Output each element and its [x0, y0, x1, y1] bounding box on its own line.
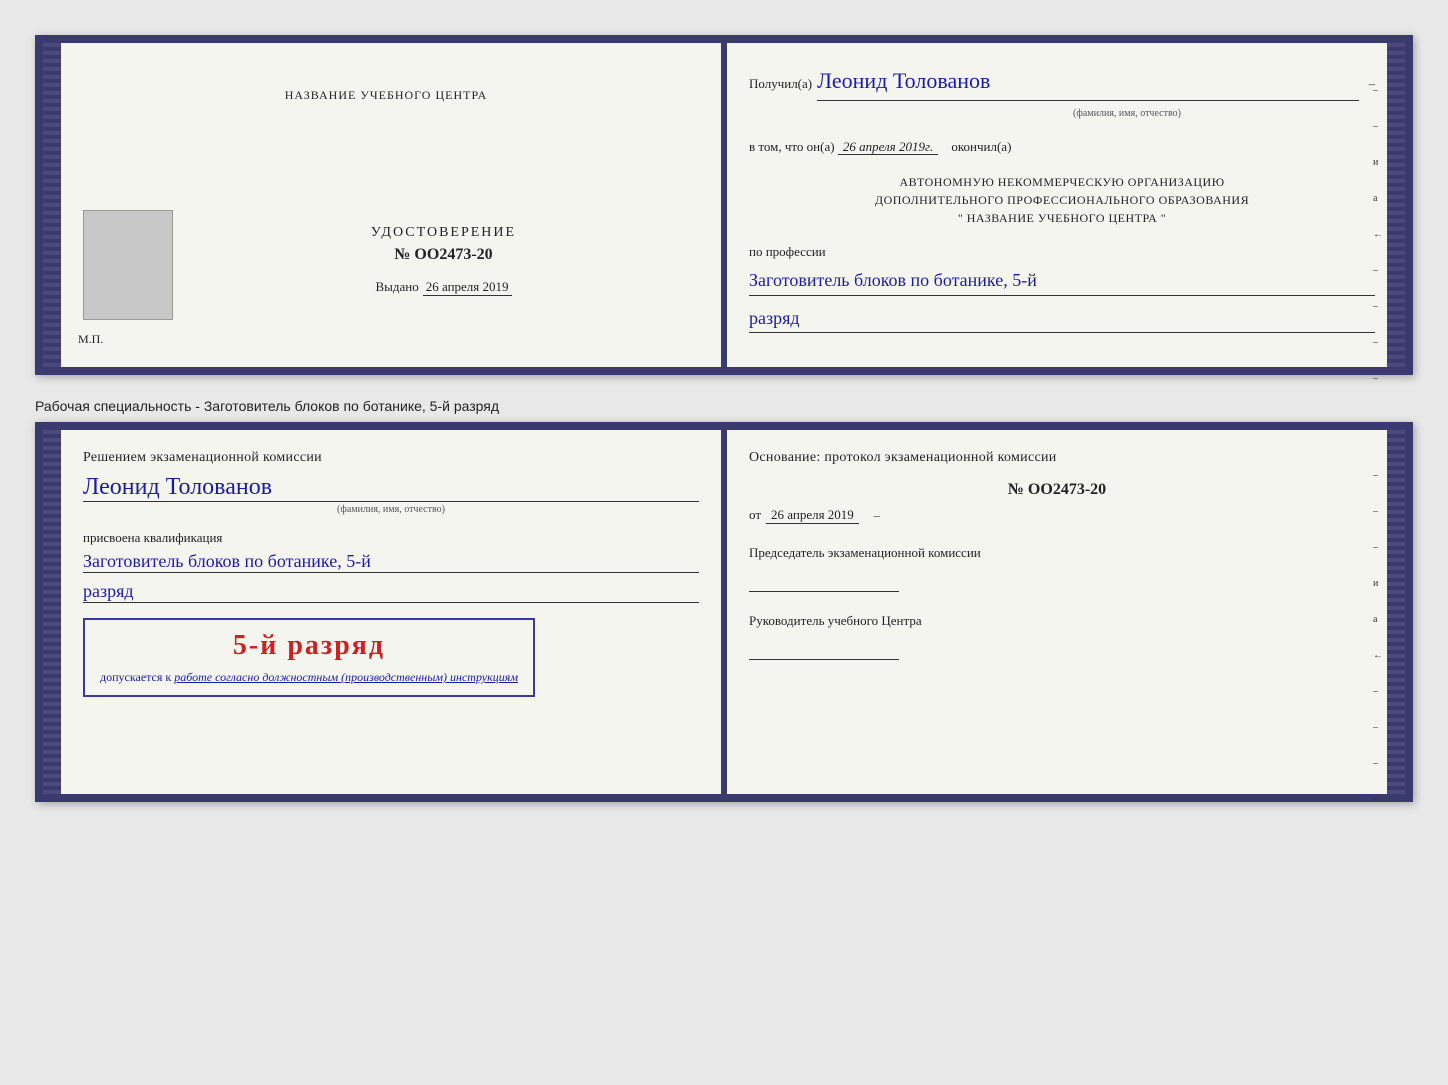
profession-value: Заготовитель блоков по ботанике, 5-й	[749, 266, 1375, 296]
org-block: АВТОНОМНУЮ НЕКОММЕРЧЕСКУЮ ОРГАНИЗАЦИЮ ДО…	[749, 173, 1375, 227]
date-label: в том, что он(а)	[749, 139, 835, 154]
top-cert-left-page: НАЗВАНИЕ УЧЕБНОГО ЦЕНТРА УДОСТОВЕРЕНИЕ №…	[43, 43, 724, 367]
side-marks-top-right: – – и а ← – – – –	[1373, 83, 1383, 387]
director-signature-line	[749, 640, 899, 660]
qualification-value: Заготовитель блоков по ботанике, 5-й	[83, 551, 699, 573]
org-line2: ДОПОЛНИТЕЛЬНОГО ПРОФЕССИОНАЛЬНОГО ОБРАЗО…	[749, 191, 1375, 209]
bottom-cert-right-page: Основание: протокол экзаменационной коми…	[724, 430, 1405, 794]
seal-box: 5-й разряд допускается к работе согласно…	[83, 618, 535, 697]
photo-placeholder	[83, 210, 173, 320]
top-cert-left-text: НАЗВАНИЕ УЧЕБНОГО ЦЕНТРА	[73, 78, 699, 185]
org-name-top: НАЗВАНИЕ УЧЕБНОГО ЦЕНТРА	[285, 88, 488, 103]
bottom-right-spine	[1387, 430, 1405, 794]
issued-label: Выдано	[375, 279, 418, 295]
protocol-date-row: от 26 апреля 2019 –	[749, 507, 1365, 524]
cert-type-label: УДОСТОВЕРЕНИЕ	[371, 225, 516, 241]
mp-label: М.П.	[78, 332, 103, 347]
right-spine-decoration-top	[1387, 43, 1405, 367]
decision-text: Решением экзаменационной комиссии	[83, 450, 699, 466]
profession-label: по профессии	[749, 244, 826, 259]
specialty-label: Рабочая специальность - Заготовитель бло…	[35, 390, 1413, 422]
org-line3: " НАЗВАНИЕ УЧЕБНОГО ЦЕНТРА "	[749, 209, 1375, 227]
fio-label-top: (фамилия, имя, отчество)	[879, 106, 1375, 122]
rank-bottom-value: разряд	[83, 581, 699, 603]
top-certificate-book: НАЗВАНИЕ УЧЕБНОГО ЦЕНТРА УДОСТОВЕРЕНИЕ №…	[35, 35, 1413, 375]
director-label: Руководитель учебного Центра	[749, 612, 1365, 630]
allowed-text: допускается к	[100, 670, 171, 684]
protocol-number: № OO2473-20	[749, 481, 1365, 499]
cert-center-text: УДОСТОВЕРЕНИЕ № OO2473-20 Выдано 26 апре…	[188, 195, 699, 296]
recipient-line: Получил(а) Леонид Толованов –	[749, 63, 1375, 101]
finished-label: окончил(а)	[951, 139, 1011, 154]
issued-date-row: Выдано 26 апреля 2019	[375, 279, 511, 296]
date-line: в том, что он(а) 26 апреля 2019г. окончи…	[749, 137, 1375, 158]
cert-number: № OO2473-20	[394, 246, 492, 264]
profession-section: по профессии Заготовитель блоков по бота…	[749, 242, 1375, 333]
side-marks-bottom-right: – – – и а ← – – – –	[1373, 470, 1383, 805]
fio-sub-bottom: (фамилия, имя, отчество)	[83, 504, 699, 515]
allowed-italic: работе согласно должностным (производств…	[174, 670, 518, 684]
protocol-date-value: 26 апреля 2019	[766, 507, 859, 524]
rank-value: разряд	[749, 304, 1375, 334]
allowed-section: допускается к работе согласно должностны…	[100, 670, 518, 685]
person-name-large: Леонид Толованов	[83, 474, 699, 502]
chairman-signature-line	[749, 572, 899, 592]
issued-date: 26 апреля 2019	[423, 279, 512, 296]
top-cert-right-page: Получил(а) Леонид Толованов – (фамилия, …	[724, 43, 1405, 367]
photo-and-text-section: УДОСТОВЕРЕНИЕ № OO2473-20 Выдано 26 апре…	[73, 195, 699, 320]
bottom-cert-left-page: Решением экзаменационной комиссии Леонид…	[43, 430, 724, 794]
seal-rank-text: 5-й разряд	[100, 630, 518, 662]
basis-title: Основание: протокол экзаменационной коми…	[749, 450, 1365, 466]
org-line1: АВТОНОМНУЮ НЕКОММЕРЧЕСКУЮ ОРГАНИЗАЦИЮ	[749, 173, 1375, 191]
date-prefix: от	[749, 507, 761, 523]
received-label: Получил(а)	[749, 74, 812, 95]
recipient-name: Леонид Толованов	[817, 63, 1358, 101]
document-container: НАЗВАНИЕ УЧЕБНОГО ЦЕНТРА УДОСТОВЕРЕНИЕ №…	[20, 20, 1428, 817]
qualification-section: присвоена квалификация Заготовитель блок…	[83, 530, 699, 603]
chairman-label: Председатель экзаменационной комиссии	[749, 544, 1365, 562]
date-value: 26 апреля 2019г.	[838, 139, 938, 155]
qualification-label: присвоена квалификация	[83, 530, 222, 545]
bottom-certificate-book: Решением экзаменационной комиссии Леонид…	[35, 422, 1413, 802]
